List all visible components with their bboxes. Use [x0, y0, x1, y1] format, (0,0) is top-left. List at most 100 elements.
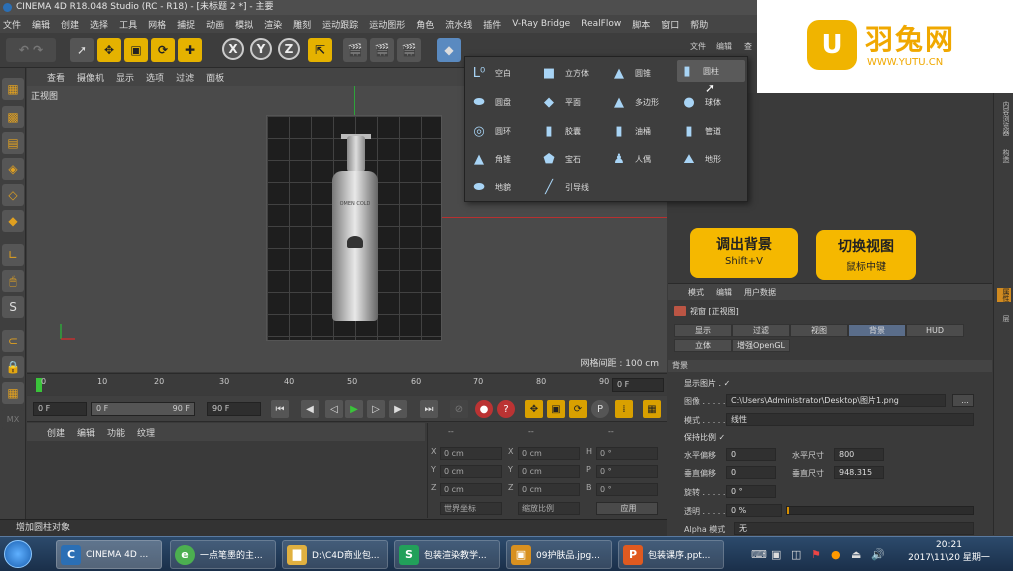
rail-tab-content-browser[interactable]: 内容浏览器: [997, 101, 1011, 136]
next-frame-icon[interactable]: ▷: [367, 400, 385, 418]
menu-render[interactable]: 渲染: [264, 18, 282, 31]
snap-icon[interactable]: S: [2, 296, 24, 318]
current-frame-field[interactable]: 0 F: [612, 378, 664, 392]
frame-range-slider[interactable]: 0 F 90 F: [91, 402, 195, 416]
rail-tab-structure[interactable]: 构造: [997, 149, 1011, 163]
attr-menu-mode[interactable]: 模式: [688, 287, 704, 298]
y-axis-button[interactable]: Y: [250, 38, 272, 60]
menu-edit[interactable]: 编辑: [32, 18, 50, 31]
model-mode-icon[interactable]: ▩: [2, 106, 24, 128]
attr-menu-edit[interactable]: 编辑: [716, 287, 732, 298]
start-frame-field[interactable]: 0 F: [33, 402, 87, 416]
key-point-level-icon[interactable]: ⁞: [615, 400, 633, 418]
menu-mesh[interactable]: 网格: [148, 18, 166, 31]
key-scale-icon[interactable]: ▣: [547, 400, 565, 418]
menu-item-capsule[interactable]: ▮ 胶囊: [539, 120, 605, 142]
network-icon[interactable]: ▣: [771, 548, 781, 561]
coord-field-sz[interactable]: 0 cm: [518, 483, 580, 496]
menu-realflow[interactable]: RealFlow: [581, 19, 621, 29]
key-position-icon[interactable]: ✥: [525, 400, 543, 418]
rail-tab-attributes[interactable]: 属性: [997, 288, 1011, 302]
menu-item-landscape[interactable]: ⛰ 地形: [679, 148, 745, 170]
menu-item-cube[interactable]: ■ 立方体: [539, 62, 605, 84]
menu-sculpt[interactable]: 雕刻: [293, 18, 311, 31]
menu-item-torus[interactable]: ◎ 圆环: [469, 120, 535, 142]
coord-field-h[interactable]: 0 °: [596, 447, 658, 460]
system-clock[interactable]: 20:21 2017\11\20 星期一: [885, 536, 1013, 571]
tab-filter[interactable]: 过滤: [732, 324, 790, 337]
menu-tools[interactable]: 工具: [119, 18, 137, 31]
usb-icon[interactable]: ⏏: [851, 548, 861, 561]
menu-vray[interactable]: V-Ray Bridge: [512, 19, 570, 29]
axis-mode-icon[interactable]: ∟: [2, 244, 24, 266]
keyboard-icon[interactable]: ⌨: [751, 548, 767, 561]
apply-button[interactable]: 应用: [596, 502, 658, 515]
move-icon[interactable]: ✥: [97, 38, 121, 62]
viewport-menu-view[interactable]: 查看: [47, 71, 65, 84]
viewport-menu-camera[interactable]: 摄像机: [77, 71, 104, 84]
render-view-icon[interactable]: 🎬: [343, 38, 367, 62]
h-size-field[interactable]: 800: [834, 448, 884, 461]
z-axis-button[interactable]: Z: [278, 38, 300, 60]
menu-item-relief[interactable]: ⬬ 地貌: [469, 176, 535, 198]
menu-item-disc[interactable]: ⬬ 圆盘: [469, 91, 535, 113]
menu-item-figure[interactable]: ♟ 人偶: [609, 148, 675, 170]
taskbar-item-presentation[interactable]: P 包装课序.ppt...: [618, 540, 724, 569]
taskbar-item-cinema4d[interactable]: C CINEMA 4D ...: [56, 540, 162, 569]
coord-field-sx[interactable]: 0 cm: [518, 447, 580, 460]
menu-create[interactable]: 创建: [61, 18, 79, 31]
rail-tab-layers[interactable]: 层: [997, 315, 1011, 322]
keep-ratio-checkbox[interactable]: 保持比例 ✓: [684, 432, 725, 443]
object-menu-edit[interactable]: 编辑: [716, 41, 732, 52]
coord-field-py[interactable]: 0 cm: [440, 465, 502, 478]
coord-field-b[interactable]: 0 °: [596, 483, 658, 496]
workplane-icon[interactable]: ▦: [2, 382, 24, 404]
coord-system-select[interactable]: 世界坐标: [440, 502, 502, 515]
cube-primitive-icon[interactable]: ◆: [437, 38, 461, 62]
material-menu-texture[interactable]: 纹理: [137, 426, 155, 439]
render-settings-icon[interactable]: 🎬: [397, 38, 421, 62]
tab-background[interactable]: 背景: [848, 324, 906, 337]
menu-item-pyramid[interactable]: ▲ 角锥: [469, 148, 535, 170]
menu-file[interactable]: 文件: [3, 18, 21, 31]
motion-record-icon[interactable]: ⊘: [450, 400, 468, 418]
menu-mograph[interactable]: 运动图形: [369, 18, 405, 31]
tab-enhanced-opengl[interactable]: 增强OpenGL: [732, 339, 790, 352]
viewport-menu-display[interactable]: 显示: [116, 71, 134, 84]
undo-redo-icon[interactable]: ↶ ↷: [6, 38, 56, 62]
h-offset-field[interactable]: 0: [726, 448, 776, 461]
mode-select[interactable]: 线性: [726, 413, 974, 426]
material-menu-function[interactable]: 功能: [107, 426, 125, 439]
render-picture-viewer-icon[interactable]: 🎬: [370, 38, 394, 62]
v-offset-field[interactable]: 0: [726, 466, 776, 479]
alpha-field[interactable]: 0 %: [726, 504, 782, 517]
menu-motion-tracking[interactable]: 运动跟踪: [322, 18, 358, 31]
coord-field-px[interactable]: 0 cm: [440, 447, 502, 460]
object-menu-file[interactable]: 文件: [690, 41, 706, 52]
material-menu-edit[interactable]: 编辑: [77, 426, 95, 439]
tab-stereo[interactable]: 立体: [674, 339, 732, 352]
taskbar-item-explorer[interactable]: ▇ D:\C4D商业包...: [282, 540, 388, 569]
attr-menu-userdata[interactable]: 用户数据: [744, 287, 776, 298]
timeline-window-icon[interactable]: ▦: [643, 400, 661, 418]
coord-field-pz[interactable]: 0 cm: [440, 483, 502, 496]
coord-field-p[interactable]: 0 °: [596, 465, 658, 478]
taskbar-item-image-viewer[interactable]: ▣ 09护肤品.jpg...: [506, 540, 612, 569]
next-key-icon[interactable]: ▶: [389, 400, 407, 418]
transform-icon[interactable]: ✚: [178, 38, 202, 62]
alpha-mode-select[interactable]: 无: [734, 522, 974, 535]
timeline[interactable]: 0 10 20 30 40 50 60 70 80 90 0 F: [27, 373, 667, 395]
alpha-slider-handle[interactable]: [787, 507, 789, 514]
menu-item-plane[interactable]: ◆ 平面: [539, 91, 605, 113]
select-cursor-icon[interactable]: ➚: [70, 38, 94, 62]
volume-icon[interactable]: 🔊: [871, 548, 885, 561]
previous-frame-icon[interactable]: ◁: [325, 400, 343, 418]
menu-select[interactable]: 选择: [90, 18, 108, 31]
viewport-menu-filter[interactable]: 过滤: [176, 71, 194, 84]
scale-icon[interactable]: ▣: [124, 38, 148, 62]
viewport-menu-options[interactable]: 选项: [146, 71, 164, 84]
previous-key-icon[interactable]: ◀: [301, 400, 319, 418]
magnet-icon[interactable]: ⊂: [2, 330, 24, 352]
menu-script[interactable]: 脚本: [632, 18, 650, 31]
show-image-checkbox[interactable]: 显示图片 . ✓: [684, 378, 730, 389]
